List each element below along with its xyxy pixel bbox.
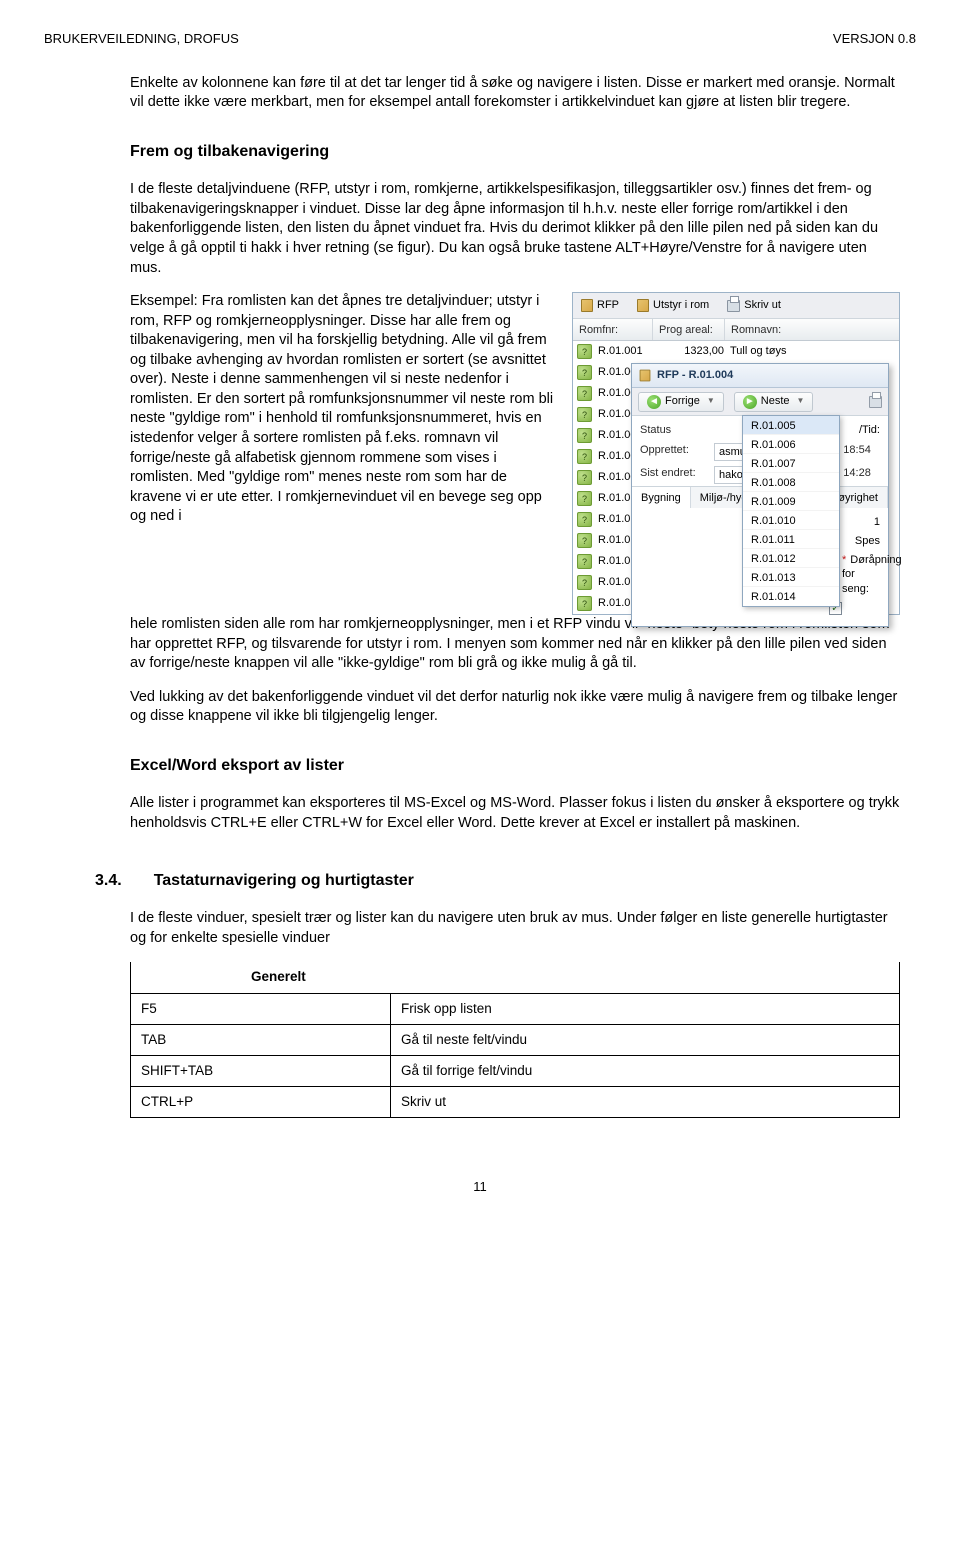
shortcut-desc: Gå til neste felt/vindu bbox=[391, 1024, 900, 1055]
chevron-down-icon[interactable]: ▼ bbox=[707, 396, 715, 407]
section-title: Tastaturnavigering og hurtigtaster bbox=[154, 870, 414, 892]
row-badge-icon: ? bbox=[577, 407, 592, 422]
dropdown-item[interactable]: R.01.008 bbox=[743, 473, 839, 492]
paragraph-export: Alle lister i programmet kan eksporteres… bbox=[130, 794, 900, 833]
shortcut-group-header: Generelt bbox=[131, 962, 900, 993]
dropdown-item[interactable]: R.01.007 bbox=[743, 454, 839, 473]
paragraph-closing: Ved lukking av det bakenforliggende vind… bbox=[130, 688, 900, 727]
arrow-right-icon: ► bbox=[743, 395, 757, 409]
heading-frem-tilbake: Frem og tilbakenavigering bbox=[130, 141, 900, 163]
rfp-nav: ◄ Forrige ▼ ► Neste ▼ R.0 bbox=[632, 388, 888, 416]
row-badge-icon: ? bbox=[577, 344, 592, 359]
shortcut-row: CTRL+PSkriv ut bbox=[131, 1087, 900, 1118]
prev-label: Forrige bbox=[665, 394, 700, 409]
next-label: Neste bbox=[761, 394, 790, 409]
next-dropdown: R.01.005R.01.006R.01.007R.01.008R.01.009… bbox=[742, 415, 840, 607]
page-number: 11 bbox=[0, 1178, 960, 1196]
shortcut-desc: Frisk opp listen bbox=[391, 993, 900, 1024]
tab-bygning[interactable]: Bygning bbox=[632, 487, 691, 508]
rfp-popup-window: RFP - R.01.004 ◄ Forrige ▼ ► bbox=[631, 363, 889, 627]
prev-button[interactable]: ◄ Forrige ▼ bbox=[638, 392, 724, 412]
shortcut-key: F5 bbox=[131, 993, 391, 1024]
rfp-question: *Døråpning for seng: bbox=[842, 553, 880, 598]
shortcuts-table: Generelt F5Frisk opp listenTABGå til nes… bbox=[130, 962, 900, 1118]
row-badge-icon: ? bbox=[577, 365, 592, 380]
dropdown-item[interactable]: R.01.014 bbox=[743, 587, 839, 606]
dropdown-item[interactable]: R.01.005 bbox=[743, 416, 839, 435]
dropdown-item[interactable]: R.01.006 bbox=[743, 435, 839, 454]
row-badge-icon: ? bbox=[577, 449, 592, 464]
cell-romnavn: Tull og tøys bbox=[730, 344, 899, 359]
cell-romfnr: R.01.001 bbox=[598, 344, 660, 359]
col-romnavn[interactable]: Romnavn: bbox=[725, 319, 899, 340]
rfp-title-text: RFP - R.01.004 bbox=[657, 368, 733, 383]
row-badge-icon: ? bbox=[577, 470, 592, 485]
shortcut-row: TABGå til neste felt/vindu bbox=[131, 1024, 900, 1055]
shortcut-row: SHIFT+TABGå til forrige felt/vindu bbox=[131, 1055, 900, 1086]
column-headers: Romfnr: Prog areal: Romnavn: bbox=[573, 319, 899, 341]
dropdown-item[interactable]: R.01.012 bbox=[743, 549, 839, 568]
sheet-icon bbox=[637, 299, 649, 312]
col-romfnr[interactable]: Romfnr: bbox=[573, 319, 653, 340]
toolbar-print-label: Skriv ut bbox=[744, 298, 781, 313]
rfp-right2: Spes bbox=[842, 534, 880, 549]
toolbar-utstyr-label: Utstyr i rom bbox=[653, 298, 709, 313]
shortcut-row: F5Frisk opp listen bbox=[131, 993, 900, 1024]
row-badge-icon: ? bbox=[577, 428, 592, 443]
paragraph-example-a: Eksempel: Fra romlisten kan det åpnes tr… bbox=[130, 292, 558, 527]
rfp-right1: 1 bbox=[842, 515, 880, 530]
toolbar-print-button[interactable]: Skriv ut bbox=[727, 298, 781, 313]
sheet-icon bbox=[581, 299, 593, 312]
required-star-icon: * bbox=[842, 554, 846, 566]
header-left: BRUKERVEILEDNING, DROFUS bbox=[44, 30, 239, 48]
screenshot-rfp: RFP Utstyr i rom Skriv ut Romfnr: bbox=[572, 292, 900, 615]
table-row[interactable]: ? R.01.0011323,00Tull og tøys bbox=[573, 341, 899, 362]
heading-excel-word: Excel/Word eksport av lister bbox=[130, 755, 900, 777]
dropdown-item[interactable]: R.01.009 bbox=[743, 492, 839, 511]
next-button[interactable]: ► Neste ▼ bbox=[734, 392, 814, 412]
room-rows: ?R.01.0011323,00Tull og tøys?R.01.00?R.0… bbox=[573, 341, 899, 614]
section-number: 3.4. bbox=[95, 870, 122, 892]
row-badge-icon: ? bbox=[577, 512, 592, 527]
shortcut-desc: Skriv ut bbox=[391, 1087, 900, 1118]
printer-icon bbox=[727, 300, 740, 312]
cell-areal: 1323,00 bbox=[660, 344, 730, 359]
chevron-down-icon[interactable]: ▼ bbox=[797, 396, 805, 407]
paragraph-shortcuts: I de fleste vinduer, spesielt trær og li… bbox=[130, 909, 900, 948]
shortcut-key: CTRL+P bbox=[131, 1087, 391, 1118]
row-badge-icon: ? bbox=[577, 596, 592, 611]
row-badge-icon: ? bbox=[577, 491, 592, 506]
toolbar-utstyr-button[interactable]: Utstyr i rom bbox=[637, 298, 709, 313]
screenshot-toolbar: RFP Utstyr i rom Skriv ut bbox=[573, 293, 899, 319]
printer-icon[interactable] bbox=[869, 396, 882, 408]
row-badge-icon: ? bbox=[577, 554, 592, 569]
shortcut-key: SHIFT+TAB bbox=[131, 1055, 391, 1086]
paragraph-intro: Enkelte av kolonnene kan føre til at det… bbox=[130, 74, 900, 113]
label-opprettet: Opprettet: bbox=[640, 443, 714, 461]
row-badge-icon: ? bbox=[577, 533, 592, 548]
row-badge-icon: ? bbox=[577, 386, 592, 401]
toolbar-rfp-button[interactable]: RFP bbox=[581, 298, 619, 313]
dropdown-item[interactable]: R.01.013 bbox=[743, 568, 839, 587]
shortcut-desc: Gå til forrige felt/vindu bbox=[391, 1055, 900, 1086]
toolbar-rfp-label: RFP bbox=[597, 298, 619, 313]
col-progareal[interactable]: Prog areal: bbox=[653, 319, 725, 340]
label-sistendret: Sist endret: bbox=[640, 466, 714, 484]
header-right: VERSJON 0.8 bbox=[833, 30, 916, 48]
dropdown-item[interactable]: R.01.010 bbox=[743, 511, 839, 530]
rfp-titlebar: RFP - R.01.004 bbox=[632, 364, 888, 388]
dropdown-item[interactable]: R.01.011 bbox=[743, 530, 839, 549]
arrow-left-icon: ◄ bbox=[647, 395, 661, 409]
row-badge-icon: ? bbox=[577, 575, 592, 590]
paragraph-navigation: I de fleste detaljvinduene (RFP, utstyr … bbox=[130, 180, 900, 278]
label-status: Status bbox=[640, 423, 714, 438]
shortcut-key: TAB bbox=[131, 1024, 391, 1055]
sheet-icon bbox=[640, 370, 651, 382]
